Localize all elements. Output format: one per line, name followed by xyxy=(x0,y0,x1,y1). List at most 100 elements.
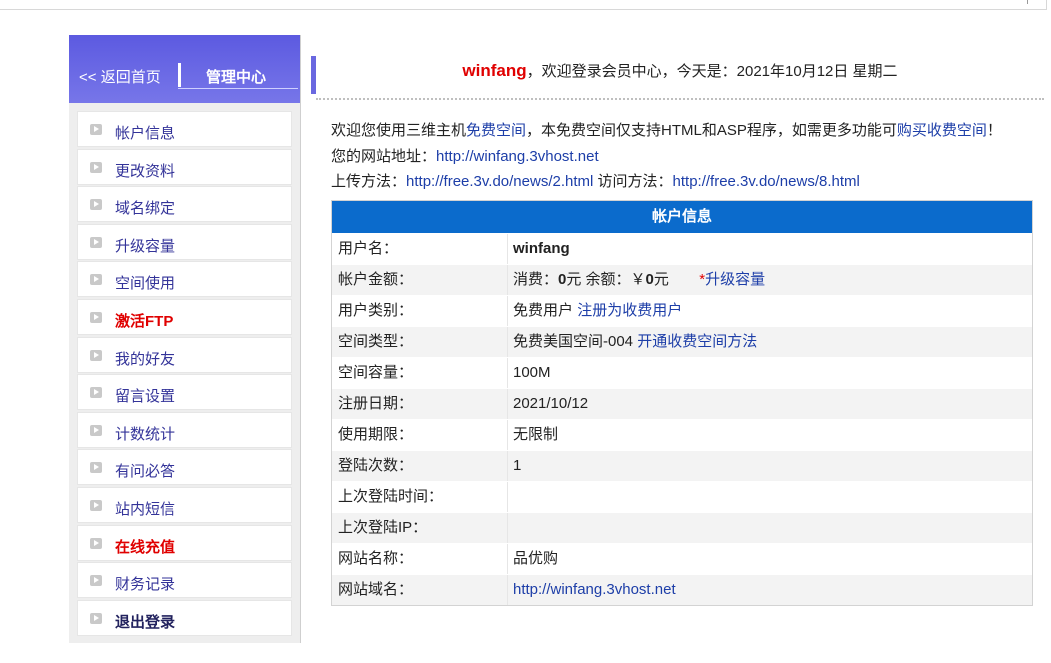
header-divider xyxy=(178,63,181,87)
last-login-ip-value xyxy=(508,513,1032,543)
row-key: 网站域名： xyxy=(332,575,508,605)
sidebar-item-upgrade-capacity[interactable]: 升级容量 xyxy=(77,223,292,260)
visit-method-link[interactable]: http://free.3v.do/news/8.html xyxy=(673,173,860,190)
sidebar-item-message-settings[interactable]: 留言设置 xyxy=(77,374,292,411)
row-value: http://winfang.3vhost.net xyxy=(508,575,1032,605)
row-key: 登陆次数： xyxy=(332,451,508,481)
row-key: 空间类型： xyxy=(332,327,508,357)
site-domain-link[interactable]: http://winfang.3vhost.net xyxy=(513,581,676,598)
username-value: winfang xyxy=(513,240,570,257)
account-info-title: 帐户信息 xyxy=(332,201,1032,233)
free-space-link[interactable]: 免费空间 xyxy=(466,122,526,139)
upload-method-label: 上传方法： xyxy=(331,173,407,190)
sidebar-item-label: 在线充值 xyxy=(115,538,176,556)
sidebar-item-my-friends[interactable]: 我的好友 xyxy=(77,336,292,373)
sidebar: << 返回首页 管理中心 帐户信息 更改资料 域名绑定 升级容量 空间使用 激活… xyxy=(69,35,301,643)
space-type-value: 免费美国空间-004 xyxy=(513,333,634,350)
welcome-text: ，欢迎登录会员中心，今天是：2021年10月12日 星期二 xyxy=(526,63,898,80)
sidebar-item-label: 有问必答 xyxy=(115,463,176,481)
play-bullet-icon xyxy=(90,236,102,248)
row-key: 上次登陆IP： xyxy=(332,513,508,543)
row-value: 消费：0元 余额：￥0元 *升级容量 xyxy=(508,265,1032,295)
sidebar-item-account-info[interactable]: 帐户信息 xyxy=(77,111,292,147)
welcome-banner: winfang，欢迎登录会员中心，今天是：2021年10月12日 星期二 xyxy=(316,60,1044,81)
back-home-label: 返回首页 xyxy=(100,69,161,86)
play-bullet-icon xyxy=(90,161,102,173)
row-key: 空间容量： xyxy=(332,358,508,388)
table-row: 帐户金额： 消费：0元 余额：￥0元 *升级容量 xyxy=(332,264,1032,295)
sidebar-item-label: 激活FTP xyxy=(115,312,174,330)
intro-line-3: 上传方法：http://free.3v.do/news/2.html 访问方法：… xyxy=(331,170,860,191)
table-row: 网站域名： http://winfang.3vhost.net xyxy=(332,574,1032,605)
sidebar-item-label: 帐户信息 xyxy=(115,125,176,142)
visit-method-label: 访问方法： xyxy=(593,173,673,190)
play-bullet-icon xyxy=(90,537,102,549)
account-info-rows: 用户名： winfang 帐户金额： 消费：0元 余额：￥0元 *升级容量 用户… xyxy=(332,233,1032,605)
sidebar-item-online-recharge[interactable]: 在线充值 xyxy=(77,524,292,561)
capacity-value: 100M xyxy=(513,364,551,381)
open-paid-space-link[interactable]: 开通收费空间方法 xyxy=(637,333,757,350)
sidebar-header: << 返回首页 管理中心 xyxy=(69,35,300,103)
play-bullet-icon xyxy=(90,311,102,323)
frame-tick xyxy=(1027,0,1028,4)
back-home-link[interactable]: << 返回首页 xyxy=(79,66,161,87)
welcome-username: winfang xyxy=(462,61,527,80)
browser-frame-line xyxy=(0,0,1047,10)
sidebar-item-label: 退出登录 xyxy=(115,613,176,631)
management-center-title: 管理中心 xyxy=(206,69,267,86)
sidebar-item-label: 计数统计 xyxy=(115,425,176,443)
row-value: 免费美国空间-004 开通收费空间方法 xyxy=(508,327,1032,357)
table-row: 用户类别： 免费用户 注册为收费用户 xyxy=(332,295,1032,326)
table-row: 上次登陆时间： xyxy=(332,481,1032,512)
sidebar-item-finance-records[interactable]: 财务记录 xyxy=(77,562,292,599)
sidebar-item-qa[interactable]: 有问必答 xyxy=(77,449,292,486)
table-row: 网站名称： 品优购 xyxy=(332,543,1032,574)
row-key: 使用期限： xyxy=(332,420,508,450)
double-chevron-left-icon: << xyxy=(79,69,97,86)
table-row: 用户名： winfang xyxy=(332,233,1032,264)
row-key: 帐户金额： xyxy=(332,265,508,295)
row-key: 注册日期： xyxy=(332,389,508,419)
row-value: 免费用户 注册为收费用户 xyxy=(508,296,1032,326)
header-underline xyxy=(178,88,298,89)
site-address-link[interactable]: http://winfang.3vhost.net xyxy=(436,148,599,165)
account-info-table: 帐户信息 用户名： winfang 帐户金额： 消费：0元 余额：￥0元 *升级… xyxy=(331,200,1033,606)
register-paid-user-link[interactable]: 注册为收费用户 xyxy=(577,302,682,319)
last-login-time-value xyxy=(508,482,1032,512)
play-bullet-icon xyxy=(90,612,102,624)
table-row: 上次登陆IP： xyxy=(332,512,1032,543)
user-type-value: 免费用户 xyxy=(513,302,574,319)
sidebar-item-activate-ftp[interactable]: 激活FTP xyxy=(77,298,292,335)
row-key: 上次登陆时间： xyxy=(332,482,508,512)
intro-line-2: 您的网站地址：http://winfang.3vhost.net xyxy=(331,145,599,166)
upgrade-capacity-link[interactable]: 升级容量 xyxy=(705,271,765,288)
login-count-value: 1 xyxy=(513,457,522,474)
row-key: 网站名称： xyxy=(332,544,508,574)
row-key: 用户类别： xyxy=(332,296,508,326)
row-value: winfang xyxy=(508,234,1032,264)
remain-amount: 0 xyxy=(645,271,654,288)
sidebar-item-label: 站内短信 xyxy=(115,500,176,518)
row-key: 用户名： xyxy=(332,234,508,264)
play-bullet-icon xyxy=(90,199,102,211)
upload-method-link[interactable]: http://free.3v.do/news/2.html xyxy=(406,173,593,190)
sidebar-item-label: 我的好友 xyxy=(115,350,176,368)
sidebar-item-messages[interactable]: 站内短信 xyxy=(77,486,292,523)
sidebar-item-space-usage[interactable]: 空间使用 xyxy=(77,261,292,298)
table-row: 登陆次数： 1 xyxy=(332,450,1032,481)
spend-label: 消费： xyxy=(513,271,559,288)
sidebar-menu: 帐户信息 更改资料 域名绑定 升级容量 空间使用 激活FTP 我的好友 留言设置… xyxy=(77,111,292,637)
play-bullet-icon xyxy=(90,462,102,474)
sidebar-item-domain-binding[interactable]: 域名绑定 xyxy=(77,186,292,223)
sidebar-item-edit-profile[interactable]: 更改资料 xyxy=(77,148,292,185)
intro-line-1: 欢迎您使用三维主机免费空间，本免费空间仅支持HTML和ASP程序，如需更多功能可… xyxy=(331,119,1002,140)
sidebar-item-label: 空间使用 xyxy=(115,275,176,293)
sidebar-item-counter-stats[interactable]: 计数统计 xyxy=(77,411,292,448)
yuan-unit: 元 xyxy=(653,271,669,288)
sidebar-item-label: 更改资料 xyxy=(115,162,176,180)
sidebar-item-logout[interactable]: 退出登录 xyxy=(77,599,292,636)
sidebar-item-label: 留言设置 xyxy=(115,388,176,406)
play-bullet-icon xyxy=(90,274,102,286)
term-value: 无限制 xyxy=(513,426,559,443)
buy-paid-space-link[interactable]: 购买收费空间 xyxy=(897,122,987,139)
